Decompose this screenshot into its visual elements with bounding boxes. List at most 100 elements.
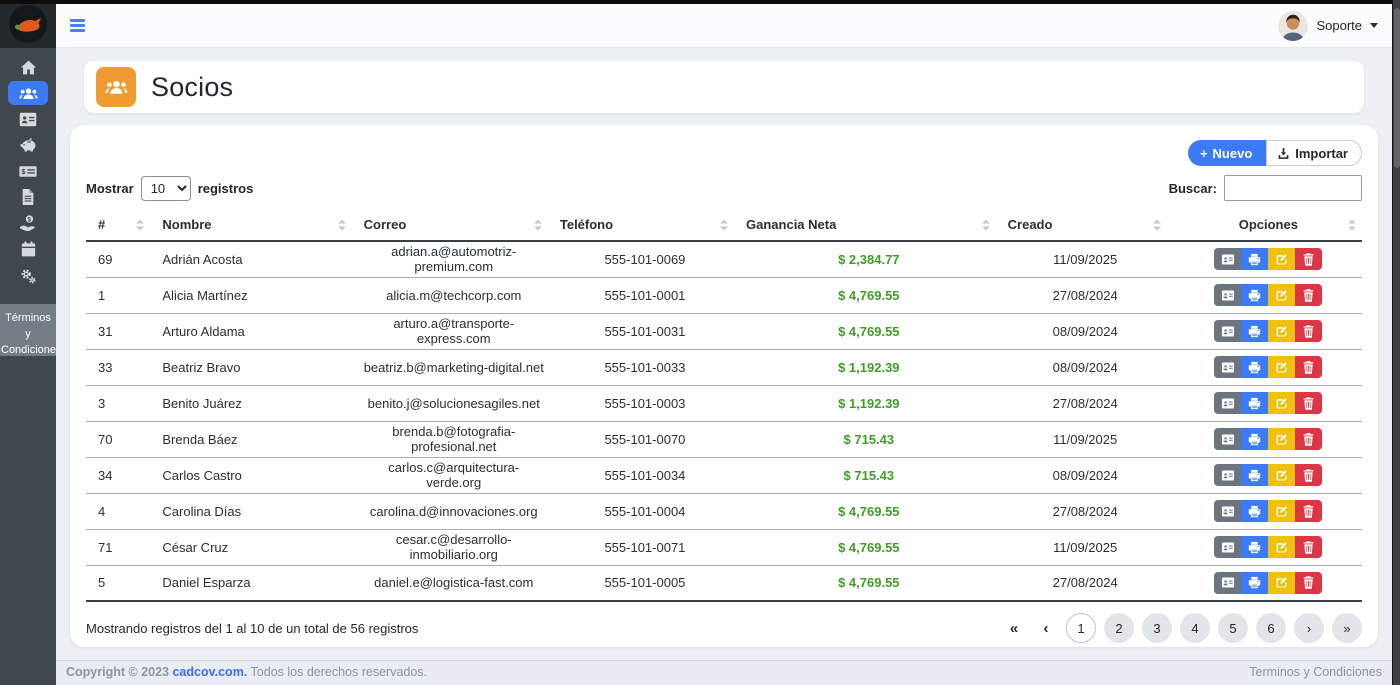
row-actions: [1214, 464, 1322, 486]
edit-button[interactable]: [1268, 464, 1295, 486]
page-first-button[interactable]: «: [1002, 613, 1026, 643]
column-header-id[interactable]: #: [86, 210, 150, 241]
delete-button[interactable]: [1295, 320, 1322, 342]
delete-button[interactable]: [1295, 464, 1322, 486]
view-id-card-button[interactable]: [1214, 572, 1241, 594]
edit-button[interactable]: [1268, 356, 1295, 378]
vertical-scrollbar[interactable]: [1392, 0, 1400, 685]
sidebar-item-money-check[interactable]: $: [0, 158, 56, 184]
edit-button[interactable]: [1268, 428, 1295, 450]
view-id-card-button[interactable]: [1214, 428, 1241, 450]
page-prev-button[interactable]: ‹: [1034, 613, 1058, 643]
delete-button[interactable]: [1295, 392, 1322, 414]
print-button[interactable]: [1241, 392, 1268, 414]
trash-icon: [1303, 397, 1314, 410]
sidebar-item-documents[interactable]: [0, 184, 56, 210]
view-id-card-button[interactable]: [1214, 536, 1241, 558]
trash-icon: [1303, 505, 1314, 518]
column-header-creado[interactable]: Creado: [996, 210, 1167, 241]
print-button[interactable]: [1241, 536, 1268, 558]
sidebar-toggle-button[interactable]: [70, 19, 85, 32]
cell-ganancia: $ 4,769.55: [734, 565, 996, 601]
row-actions: [1214, 392, 1322, 414]
print-button[interactable]: [1241, 500, 1268, 522]
sidebar-item-piggy-bank[interactable]: [0, 132, 56, 158]
sidebar-terms-link[interactable]: Términos y Condiciones: [0, 304, 56, 356]
brand-link[interactable]: cadcov.com.: [172, 665, 247, 679]
column-header-nombre[interactable]: Nombre: [150, 210, 351, 241]
trash-icon: [1303, 361, 1314, 374]
printer-icon: [1248, 469, 1261, 482]
cell-nombre: Carolina Días: [150, 493, 351, 529]
app-logo[interactable]: [0, 0, 56, 48]
page-last-button[interactable]: »: [1332, 613, 1362, 643]
edit-button[interactable]: [1268, 248, 1295, 270]
page-next-button[interactable]: ›: [1294, 613, 1324, 643]
sidebar-item-home[interactable]: [0, 54, 56, 80]
import-button[interactable]: Importar: [1266, 140, 1362, 166]
print-button[interactable]: [1241, 428, 1268, 450]
window-top-edge: [0, 0, 1400, 4]
edit-button[interactable]: [1268, 392, 1295, 414]
page-2-button[interactable]: 2: [1104, 613, 1134, 643]
new-button[interactable]: + Nuevo: [1188, 140, 1266, 166]
user-menu[interactable]: Soporte: [1278, 11, 1378, 41]
cell-creado: 08/09/2024: [996, 313, 1167, 349]
page-4-button[interactable]: 4: [1180, 613, 1210, 643]
print-button[interactable]: [1241, 464, 1268, 486]
socios-icon-badge: [96, 67, 136, 107]
delete-button[interactable]: [1295, 428, 1322, 450]
delete-button[interactable]: [1295, 536, 1322, 558]
column-header-ganancia[interactable]: Ganancia Neta: [734, 210, 996, 241]
print-button[interactable]: [1241, 356, 1268, 378]
page-1-button[interactable]: 1: [1066, 613, 1096, 643]
column-header-telefono[interactable]: Teléfono: [548, 210, 734, 241]
column-header-correo[interactable]: Correo: [352, 210, 548, 241]
view-id-card-button[interactable]: [1214, 356, 1241, 378]
sidebar-item-socios[interactable]: [0, 80, 56, 106]
page-size-select[interactable]: 10: [141, 176, 191, 201]
cell-opciones: [1167, 529, 1362, 565]
page-5-button[interactable]: 5: [1218, 613, 1248, 643]
sidebar-item-settings[interactable]: [0, 262, 56, 288]
edit-button[interactable]: [1268, 320, 1295, 342]
cell-opciones: [1167, 241, 1362, 277]
view-id-card-button[interactable]: [1214, 248, 1241, 270]
print-button[interactable]: [1241, 572, 1268, 594]
row-actions: [1214, 320, 1322, 342]
sidebar-item-calendar[interactable]: [0, 236, 56, 262]
delete-button[interactable]: [1295, 284, 1322, 306]
sidebar: $ $ Términos y Condiciones: [0, 0, 56, 685]
delete-button[interactable]: [1295, 500, 1322, 522]
view-id-card-button[interactable]: [1214, 392, 1241, 414]
sidebar-item-id-card[interactable]: [0, 106, 56, 132]
table-row: 70Brenda Báezbrenda.b@fotografia-profesi…: [86, 421, 1362, 457]
delete-button[interactable]: [1295, 572, 1322, 594]
cell-telefono: 555-101-0034: [548, 457, 734, 493]
pagination: « ‹ 123456 › »: [1002, 613, 1362, 643]
cell-opciones: [1167, 313, 1362, 349]
edit-button[interactable]: [1268, 500, 1295, 522]
edit-button[interactable]: [1268, 536, 1295, 558]
column-header-opciones[interactable]: Opciones: [1167, 210, 1362, 241]
view-id-card-button[interactable]: [1214, 464, 1241, 486]
sidebar-item-payments[interactable]: $: [0, 210, 56, 236]
page-6-button[interactable]: 6: [1256, 613, 1286, 643]
view-id-card-button[interactable]: [1214, 500, 1241, 522]
scrollbar-thumb[interactable]: [1394, 8, 1400, 168]
print-button[interactable]: [1241, 284, 1268, 306]
delete-button[interactable]: [1295, 356, 1322, 378]
cell-nombre: Brenda Báez: [150, 421, 351, 457]
cell-ganancia: $ 4,769.55: [734, 277, 996, 313]
view-id-card-button[interactable]: [1214, 320, 1241, 342]
footer-terms-link[interactable]: Terminos y Condiciones: [1249, 665, 1382, 679]
cell-creado: 27/08/2024: [996, 565, 1167, 601]
delete-button[interactable]: [1295, 248, 1322, 270]
print-button[interactable]: [1241, 248, 1268, 270]
page-3-button[interactable]: 3: [1142, 613, 1172, 643]
view-id-card-button[interactable]: [1214, 284, 1241, 306]
edit-button[interactable]: [1268, 284, 1295, 306]
search-input[interactable]: [1224, 175, 1362, 201]
edit-button[interactable]: [1268, 572, 1295, 594]
print-button[interactable]: [1241, 320, 1268, 342]
